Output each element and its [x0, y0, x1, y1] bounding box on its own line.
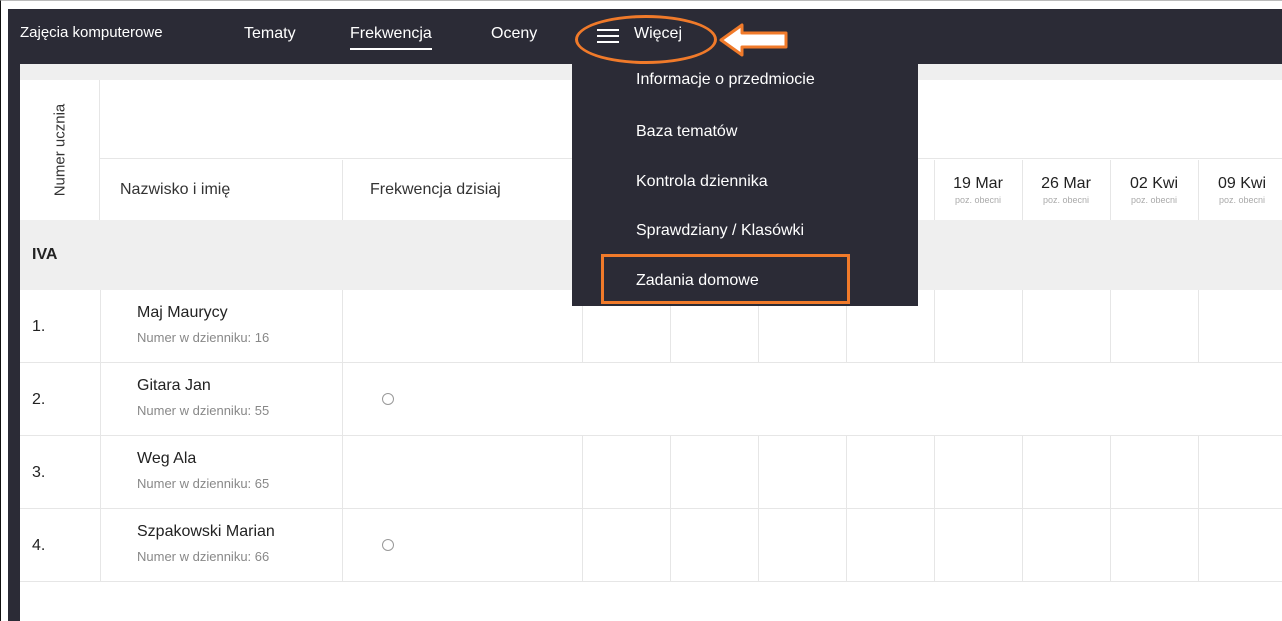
cell-divider — [934, 290, 935, 363]
cell-divider — [342, 363, 343, 436]
active-tab-underline — [350, 48, 432, 50]
cell-divider — [100, 290, 101, 363]
cell-divider — [758, 436, 759, 509]
journal-number: Numer w dzienniku: 16 — [137, 330, 270, 345]
date-sublabel: poz. obecni — [1130, 195, 1178, 205]
cell-divider — [342, 509, 343, 582]
highlight-ellipse — [575, 15, 717, 64]
menu-item-subject-info[interactable]: Informacje o przedmiocie — [636, 71, 815, 89]
cell-divider — [1110, 436, 1111, 509]
cell-divider — [582, 436, 583, 509]
cell-divider — [342, 290, 343, 363]
date-sublabel: poz. obecni — [954, 195, 1002, 205]
cell-divider — [846, 509, 847, 582]
student-name[interactable]: Maj Maurycy — [137, 304, 228, 322]
cell-divider — [1198, 509, 1199, 582]
attendance-radio-icon[interactable] — [382, 539, 394, 551]
date-label: 02 Kwi — [1129, 175, 1179, 192]
class-group-label: IVA — [32, 246, 58, 263]
tab-oceny[interactable]: Oceny — [491, 5, 537, 60]
student-number-header: Numer ucznia — [20, 80, 100, 220]
menu-item-topic-base[interactable]: Baza tematów — [636, 123, 737, 141]
student-number-header-label: Numer ucznia — [51, 103, 69, 197]
highlight-box — [601, 254, 850, 304]
student-name[interactable]: Gitara Jan — [137, 377, 211, 395]
journal-number: Numer w dzienniku: 55 — [137, 403, 270, 418]
table-row[interactable]: 4. Szpakowski Marian Numer w dzienniku: … — [20, 509, 1282, 582]
table-row[interactable]: 2. Gitara Jan Numer w dzienniku: 55 — [20, 363, 1282, 436]
cell-divider — [1110, 290, 1111, 363]
date-column-header[interactable]: 19 Mar poz. obecni — [934, 175, 1022, 205]
cell-divider — [100, 363, 101, 436]
tab-tematy[interactable]: Tematy — [244, 5, 296, 60]
column-divider — [342, 160, 343, 220]
cell-divider — [670, 436, 671, 509]
left-strip — [8, 64, 20, 621]
date-label: 26 Mar — [1041, 175, 1091, 192]
tab-frekwencja-label: Frekwencja — [350, 25, 432, 42]
attendance-radio-icon[interactable] — [382, 393, 394, 405]
cell-divider — [100, 436, 101, 509]
row-number: 2. — [32, 391, 46, 408]
tab-frekwencja[interactable]: Frekwencja — [350, 5, 432, 60]
date-label: 09 Kwi — [1217, 175, 1267, 192]
cell-divider — [758, 509, 759, 582]
cell-divider — [670, 509, 671, 582]
date-column-header[interactable]: 02 Kwi poz. obecni — [1110, 175, 1198, 205]
cell-divider — [1022, 436, 1023, 509]
date-column-header[interactable]: 09 Kwi poz. obecni — [1198, 175, 1282, 205]
cell-divider — [1022, 509, 1023, 582]
cell-divider — [934, 436, 935, 509]
row-number: 4. — [32, 537, 46, 554]
left-arrow-icon — [719, 23, 788, 57]
cell-divider — [1198, 290, 1199, 363]
today-attendance-header[interactable]: Frekwencja dzisiaj — [370, 160, 501, 220]
cell-divider — [582, 509, 583, 582]
cell-divider — [342, 436, 343, 509]
date-sublabel: poz. obecni — [1042, 195, 1090, 205]
journal-number: Numer w dzienniku: 66 — [137, 549, 270, 564]
date-column-header[interactable]: 26 Mar poz. obecni — [1022, 175, 1110, 205]
name-column-header[interactable]: Nazwisko i imię — [120, 160, 230, 220]
student-name[interactable]: Szpakowski Marian — [137, 523, 275, 541]
row-number: 3. — [32, 464, 46, 481]
row-number: 1. — [32, 318, 46, 335]
table-row[interactable]: 3. Weg Ala Numer w dzienniku: 65 — [20, 436, 1282, 509]
cell-divider — [934, 509, 935, 582]
journal-number: Numer w dzienniku: 65 — [137, 476, 270, 491]
date-label: 19 Mar — [953, 175, 1003, 192]
cell-divider — [846, 436, 847, 509]
cell-divider — [1198, 436, 1199, 509]
cell-divider — [1110, 509, 1111, 582]
menu-item-tests[interactable]: Sprawdziany / Klasówki — [636, 222, 804, 240]
student-name[interactable]: Weg Ala — [137, 450, 196, 468]
date-sublabel: poz. obecni — [1218, 195, 1266, 205]
cell-divider — [1022, 290, 1023, 363]
cell-divider — [100, 509, 101, 582]
subject-title[interactable]: Zajęcia komputerowe — [20, 5, 163, 60]
menu-item-journal-control[interactable]: Kontrola dziennika — [636, 173, 768, 191]
